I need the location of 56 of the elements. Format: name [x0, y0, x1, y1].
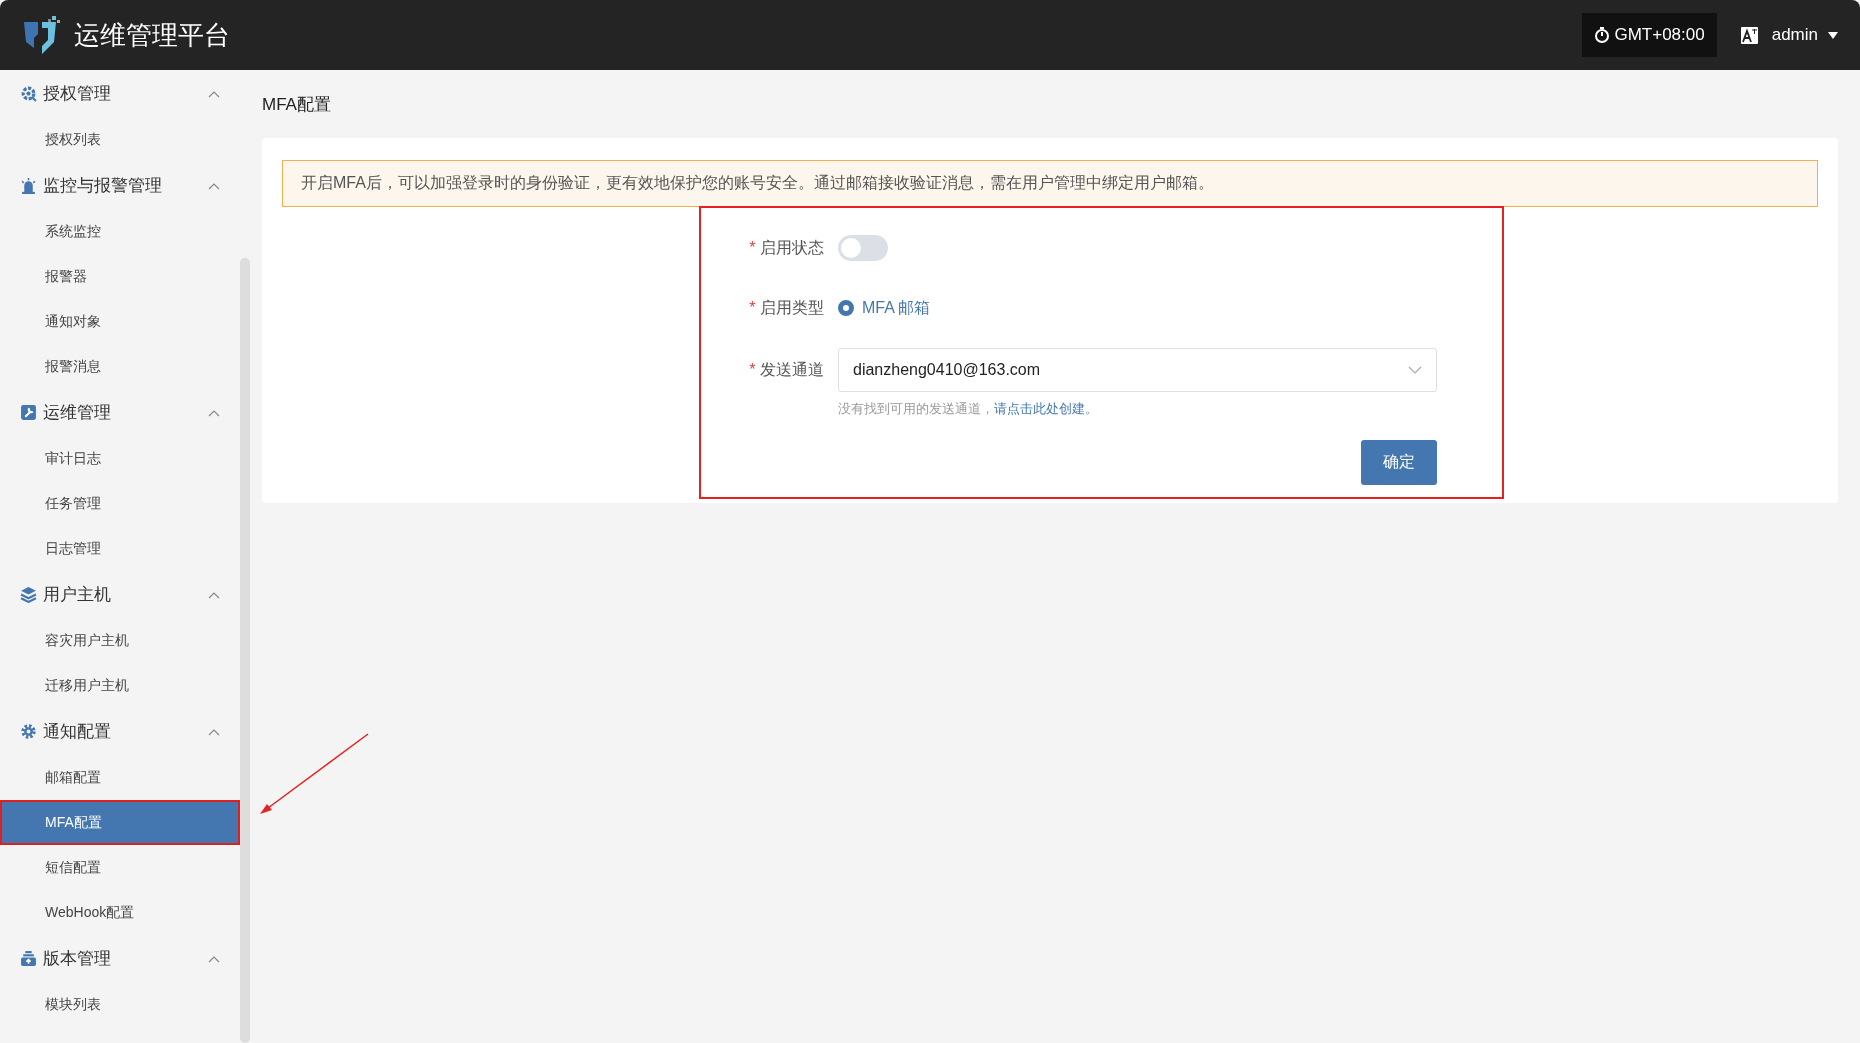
timer-icon	[1594, 27, 1611, 43]
group-label: 通知配置	[43, 721, 112, 743]
sidebar-item[interactable]: 容灾用户主机	[0, 618, 240, 663]
required-mark: *	[749, 298, 756, 316]
sidebar-item[interactable]: 邮箱配置	[0, 755, 240, 800]
sidebar-item[interactable]: 任务管理	[0, 481, 240, 526]
sidebar-item[interactable]: 系统监控	[0, 209, 240, 254]
wrench-icon	[20, 404, 37, 421]
channel-select[interactable]: dianzheng0410@163.com	[838, 348, 1437, 392]
caret-icon	[1828, 31, 1838, 39]
sidebar-item[interactable]: MFA配置	[0, 800, 240, 845]
siren-icon	[20, 177, 37, 194]
field-label: 启用状态	[760, 238, 824, 256]
gear-icon	[20, 723, 37, 740]
user-menu[interactable]: admin	[1771, 25, 1838, 45]
sidebar-group[interactable]: 用户主机	[0, 571, 240, 618]
required-mark: *	[749, 238, 756, 256]
sidebar-group[interactable]: 版本管理	[0, 935, 240, 982]
sidebar-item[interactable]: 报警器	[0, 254, 240, 299]
sidebar-item[interactable]: 审计日志	[0, 436, 240, 481]
sidebar-item[interactable]: 日志管理	[0, 526, 240, 571]
sidebar-group[interactable]: 授权管理	[0, 70, 240, 117]
confirm-button[interactable]: 确定	[1361, 440, 1437, 485]
field-label: 启用类型	[760, 298, 824, 316]
sidebar-group[interactable]: 监控与报警管理	[0, 162, 240, 209]
info-alert: 开启MFA后，可以加强登录时的身份验证，更有效地保护您的账号安全。通过邮箱接收验证消息，需在用户管理中绑定用户邮箱。	[282, 160, 1818, 207]
group-label: 版本管理	[43, 948, 112, 970]
sidebar-item[interactable]: 迁移用户主机	[0, 663, 240, 708]
sidebar-item[interactable]: 模块列表	[0, 982, 240, 1027]
sidebar-group[interactable]: 运维管理	[0, 389, 240, 436]
group-label: 用户主机	[43, 584, 112, 606]
scrollbar-thumb[interactable]	[240, 258, 250, 1043]
field-label: 发送通道	[760, 361, 824, 378]
required-mark: *	[749, 361, 756, 378]
gear-search-icon	[20, 85, 37, 102]
group-label: 授权管理	[43, 83, 112, 105]
sidebar-item[interactable]: 通知对象	[0, 299, 240, 344]
shield-logo-icon	[22, 14, 62, 56]
sidebar-item[interactable]: 报警消息	[0, 344, 240, 389]
create-link[interactable]: 请点击此处创建。	[994, 401, 1098, 416]
archive-icon	[20, 950, 37, 967]
sidebar-item[interactable]: 短信配置	[0, 845, 240, 890]
radio-option[interactable]: MFA 邮箱	[838, 297, 931, 319]
sidebar-group[interactable]: 通知配置	[0, 708, 240, 755]
toggle-switch[interactable]	[838, 235, 888, 261]
group-label: 运维管理	[43, 402, 112, 424]
app-title: 运维管理平台	[74, 18, 231, 52]
page-title: MFA配置	[262, 93, 331, 116]
chevron-down-icon	[1408, 366, 1422, 374]
hint-text: 没有找到可用的发送通道，请点击此处创建。	[838, 400, 1099, 418]
group-label: 监控与报警管理	[43, 175, 163, 197]
sidebar-item[interactable]: WebHook配置	[0, 890, 240, 935]
translate-icon[interactable]	[1740, 26, 1758, 44]
sidebar-item[interactable]: 授权列表	[0, 117, 240, 162]
timezone-text: GMT+08:00	[1614, 25, 1705, 45]
layers-icon	[20, 586, 37, 603]
